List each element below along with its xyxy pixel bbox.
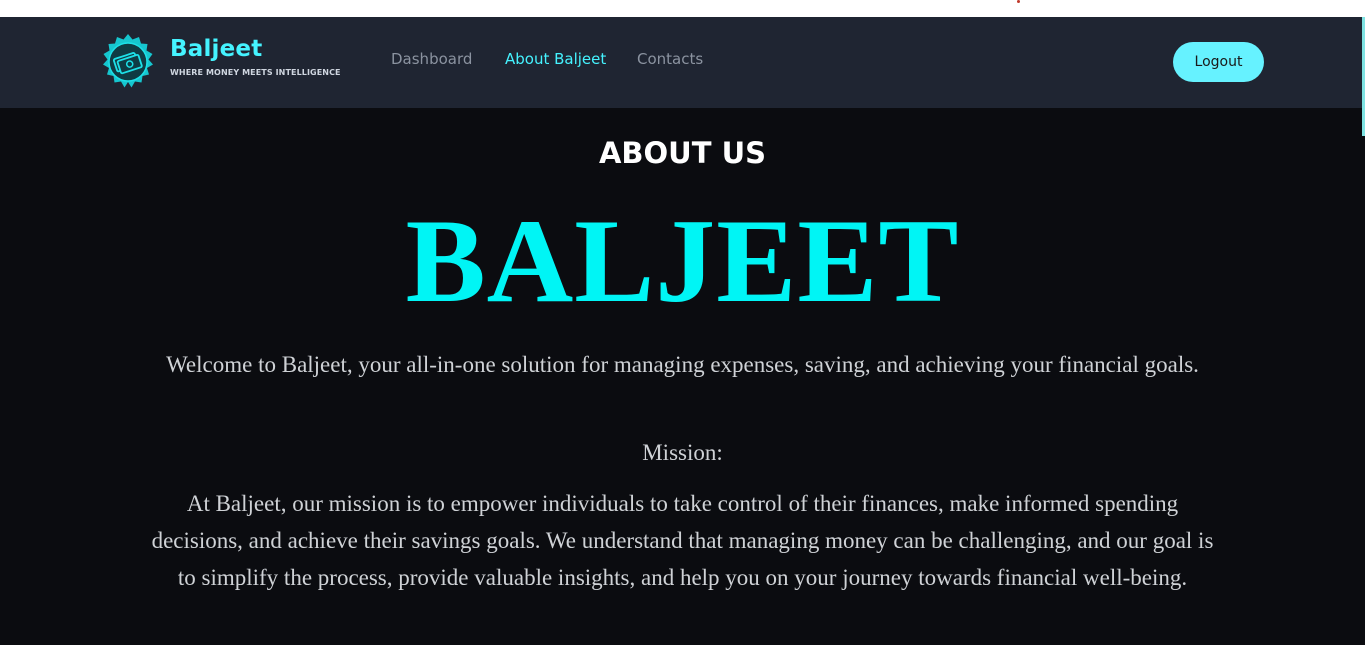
section-heading: ABOUT US <box>598 136 767 170</box>
brand-tagline: WHERE MONEY MEETS INTELLIGENCE <box>170 68 341 77</box>
browser-top-strip <box>0 0 1365 17</box>
welcome-paragraph: Welcome to Baljeet, your all-in-one solu… <box>166 352 1199 377</box>
mission-label: Mission: <box>642 440 723 465</box>
logo-icon[interactable] <box>99 33 157 91</box>
brand-name[interactable]: Baljeet <box>170 38 262 61</box>
indicator-dot <box>1017 0 1020 3</box>
mission-paragraph: At Baljeet, our mission is to empower in… <box>151 491 1214 590</box>
page-title: BALJEET <box>405 194 960 327</box>
logout-button[interactable]: Logout <box>1173 42 1264 82</box>
nav-link-dashboard[interactable]: Dashboard <box>391 52 472 67</box>
nav-link-about[interactable]: About Baljeet <box>505 52 606 67</box>
nav-link-contacts[interactable]: Contacts <box>637 52 703 67</box>
